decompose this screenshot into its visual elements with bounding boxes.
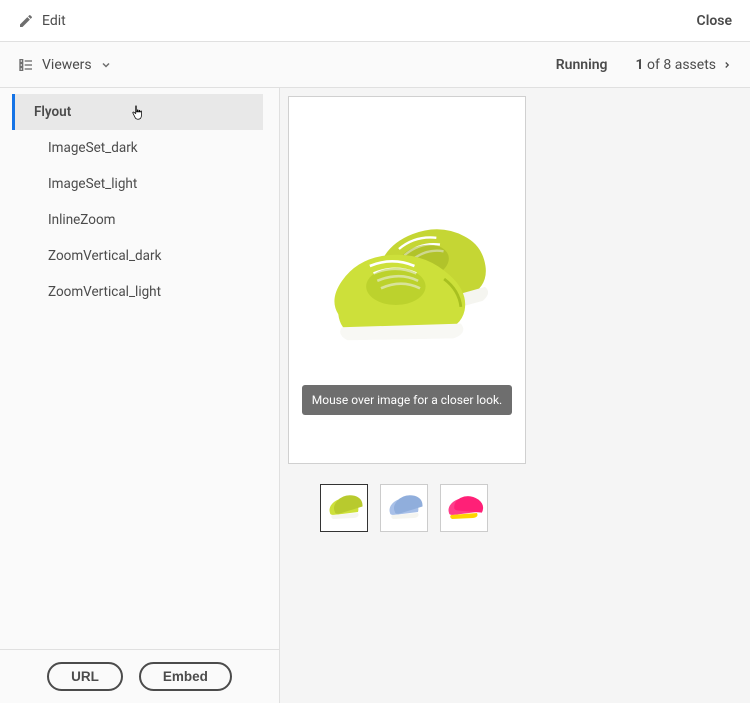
edit-label: Edit <box>42 13 66 29</box>
asset-count-nav[interactable]: 1 of 8 assets <box>636 57 732 73</box>
tip-box: Mouse over image for a closer look. <box>302 385 512 415</box>
asset-count-text: 1 of 8 assets <box>636 57 716 73</box>
cursor-icon <box>131 105 145 125</box>
viewers-label: Viewers <box>42 57 92 73</box>
sidebar-item-label: ZoomVertical_light <box>48 284 161 300</box>
viewers-icon <box>18 57 34 73</box>
chevron-right-icon <box>722 60 732 70</box>
sidebar: Flyout ImageSet_dark ImageSet_light Inli… <box>0 88 280 703</box>
sub-bar: Viewers Running 1 of 8 assets <box>0 42 750 88</box>
close-button[interactable]: Close <box>697 13 732 29</box>
pencil-icon <box>18 13 34 29</box>
sidebar-item-flyout[interactable]: Flyout <box>14 94 263 130</box>
sidebar-item-label: ImageSet_light <box>48 176 137 192</box>
url-button[interactable]: URL <box>47 662 123 691</box>
main-content: Flyout ImageSet_dark ImageSet_light Inli… <box>0 88 750 703</box>
sidebar-item-label: ImageSet_dark <box>48 140 138 156</box>
preview-area: Mouse over image for a closer look. <box>280 88 750 703</box>
edit-button[interactable]: Edit <box>18 13 66 29</box>
preview-box[interactable]: Mouse over image for a closer look. <box>288 96 526 464</box>
sidebar-item-imageset-dark[interactable]: ImageSet_dark <box>14 130 263 166</box>
viewers-dropdown[interactable]: Viewers <box>18 57 112 73</box>
sidebar-list: Flyout ImageSet_dark ImageSet_light Inli… <box>0 88 279 310</box>
preview-image <box>289 199 525 359</box>
sidebar-item-zoomvertical-dark[interactable]: ZoomVertical_dark <box>14 238 263 274</box>
thumbnail-2[interactable] <box>380 484 428 532</box>
sidebar-item-inlinezoom[interactable]: InlineZoom <box>14 202 263 238</box>
sidebar-item-label: ZoomVertical_dark <box>48 248 161 264</box>
top-bar: Edit Close <box>0 0 750 42</box>
sidebar-item-label: Flyout <box>34 104 71 120</box>
sidebar-item-label: InlineZoom <box>48 212 116 228</box>
running-status: Running <box>556 57 608 73</box>
thumbnail-3[interactable] <box>440 484 488 532</box>
sub-bar-right: Running 1 of 8 assets <box>556 57 732 73</box>
thumbnail-1[interactable] <box>320 484 368 532</box>
thumbnails <box>320 484 742 532</box>
sidebar-item-zoomvertical-light[interactable]: ZoomVertical_light <box>14 274 263 310</box>
embed-button[interactable]: Embed <box>139 662 232 691</box>
sidebar-item-imageset-light[interactable]: ImageSet_light <box>14 166 263 202</box>
sidebar-footer: URL Embed <box>0 649 279 703</box>
chevron-down-icon <box>100 59 112 71</box>
